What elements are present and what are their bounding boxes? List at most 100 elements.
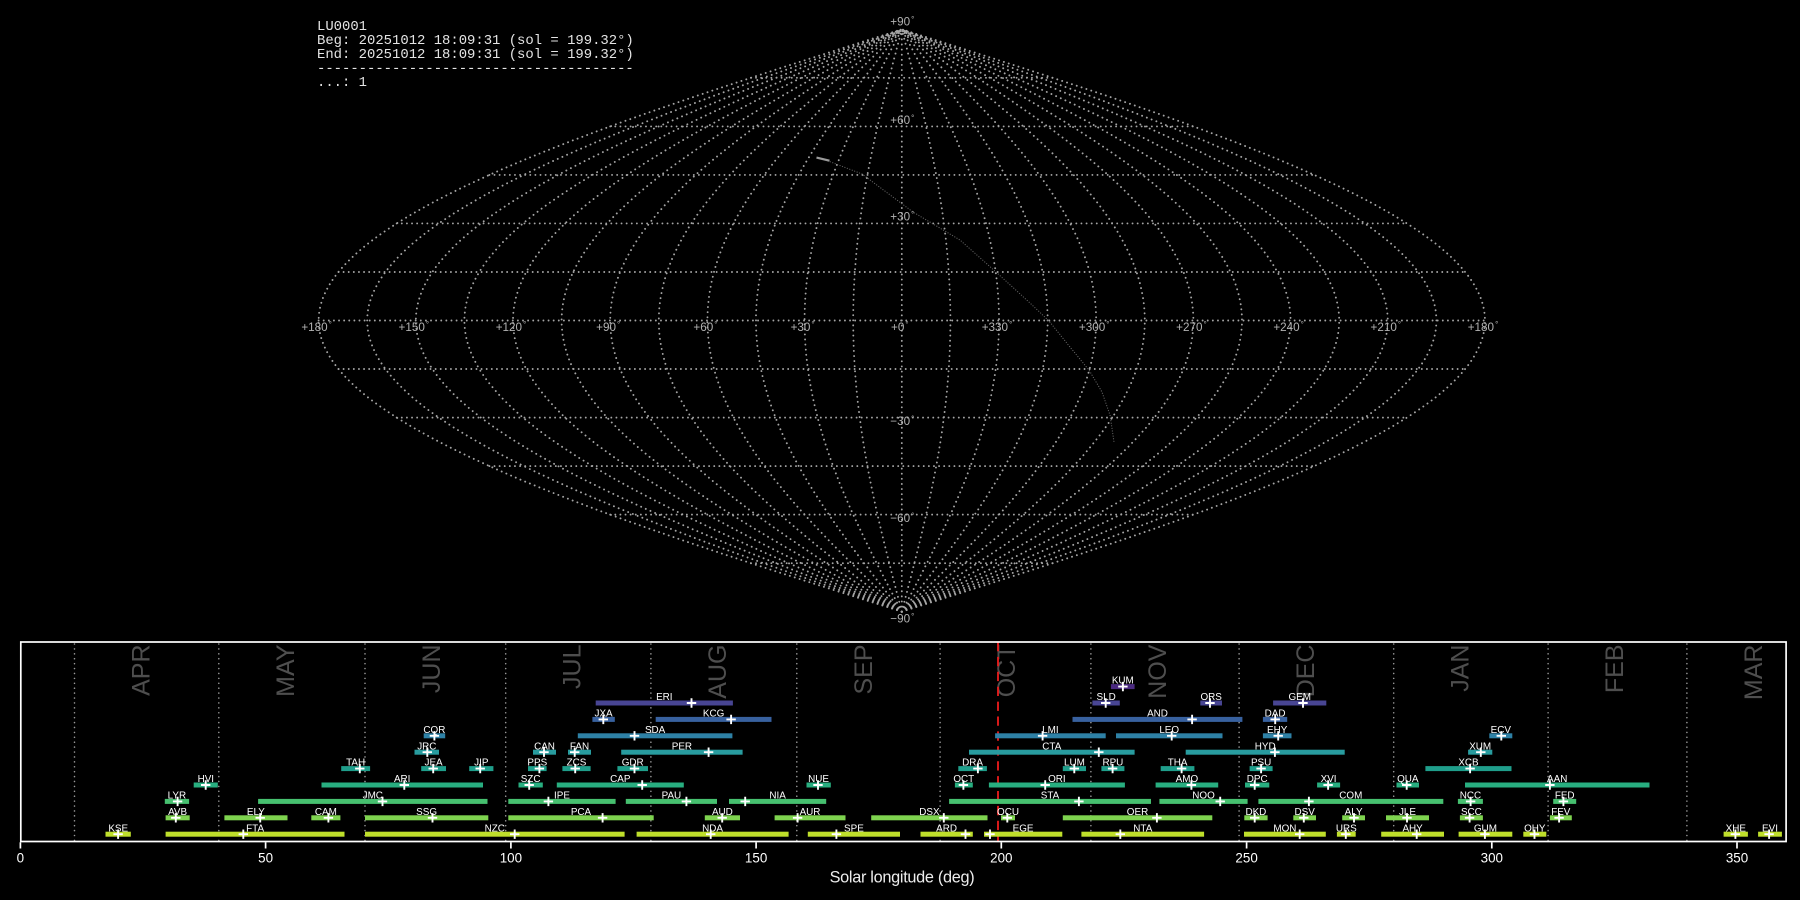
svg-text:DSV: DSV: [1295, 807, 1316, 818]
svg-text:NCC: NCC: [1460, 791, 1481, 802]
svg-text:DKD: DKD: [1245, 807, 1266, 818]
svg-text:DSX: DSX: [919, 807, 940, 818]
svg-text:JXA: JXA: [595, 709, 614, 720]
svg-text:FEB: FEB: [1601, 645, 1629, 694]
svg-text:PCA: PCA: [571, 807, 592, 818]
svg-text:MAY: MAY: [272, 644, 300, 697]
svg-text:SSG: SSG: [416, 807, 437, 818]
svg-text:TAH: TAH: [346, 758, 365, 769]
svg-text:ZCS: ZCS: [567, 758, 587, 769]
svg-text:JRC: JRC: [417, 741, 436, 752]
svg-text:50: 50: [258, 851, 273, 866]
svg-text:GUM: GUM: [1474, 823, 1497, 834]
svg-text:NTA: NTA: [1133, 823, 1152, 834]
svg-text:JMC: JMC: [363, 791, 383, 802]
svg-text:+180°: +180°: [301, 320, 332, 334]
svg-text:AUR: AUR: [800, 807, 821, 818]
svg-text:NIA: NIA: [769, 791, 786, 802]
svg-text:AHY: AHY: [1402, 823, 1423, 834]
svg-text:CAP: CAP: [610, 774, 631, 785]
svg-text:GDR: GDR: [622, 758, 644, 769]
svg-text:KCG: KCG: [703, 709, 724, 720]
svg-text:DAD: DAD: [1265, 709, 1286, 720]
svg-text:...: 1: ...: 1: [317, 75, 367, 91]
svg-text:URS: URS: [1336, 823, 1357, 834]
svg-text:JEA: JEA: [425, 758, 444, 769]
svg-text:AUG: AUG: [704, 645, 732, 699]
svg-text:MAR: MAR: [1740, 645, 1768, 701]
svg-text:FED: FED: [1555, 791, 1575, 802]
svg-text:CAN: CAN: [534, 741, 555, 752]
svg-text:PPS: PPS: [527, 758, 547, 769]
svg-text:LMI: LMI: [1042, 725, 1058, 736]
svg-text:250: 250: [1235, 851, 1257, 866]
svg-text:PER: PER: [672, 741, 692, 752]
svg-text:+120°: +120°: [496, 320, 527, 334]
svg-text:SPE: SPE: [844, 823, 864, 834]
svg-text:0: 0: [17, 851, 24, 866]
svg-text:AUD: AUD: [712, 807, 733, 818]
svg-text:OHY: OHY: [1524, 823, 1546, 834]
svg-text:JUN: JUN: [418, 645, 446, 694]
svg-text:ELY: ELY: [247, 807, 265, 818]
svg-text:JUL: JUL: [559, 644, 587, 689]
svg-text:APR: APR: [128, 645, 156, 696]
svg-text:ERI: ERI: [656, 692, 672, 703]
svg-text:150: 150: [745, 851, 767, 866]
svg-text:CQR: CQR: [423, 725, 445, 736]
svg-text:XUM: XUM: [1469, 741, 1491, 752]
svg-text:KUM: KUM: [1112, 676, 1134, 687]
svg-text:LEO: LEO: [1159, 725, 1179, 736]
svg-text:OCT: OCT: [953, 774, 974, 785]
svg-text:HVI: HVI: [198, 774, 214, 785]
svg-text:DPC: DPC: [1247, 774, 1268, 785]
svg-text:XCB: XCB: [1458, 758, 1479, 769]
svg-text:COM: COM: [1339, 791, 1362, 802]
svg-text:AAN: AAN: [1547, 774, 1567, 785]
svg-text:EHY: EHY: [1267, 725, 1288, 736]
svg-text:HYD: HYD: [1255, 741, 1276, 752]
svg-text:SDA: SDA: [645, 725, 666, 736]
svg-text:200: 200: [990, 851, 1012, 866]
svg-text:+330°: +330°: [982, 320, 1013, 334]
svg-text:FAN: FAN: [570, 741, 589, 752]
svg-text:PSU: PSU: [1251, 758, 1271, 769]
svg-text:+210°: +210°: [1371, 320, 1402, 334]
svg-text:SLD: SLD: [1096, 692, 1115, 703]
svg-text:ARI: ARI: [394, 774, 410, 785]
svg-text:KSE: KSE: [108, 823, 128, 834]
svg-text:XHE: XHE: [1726, 823, 1747, 834]
svg-text:CTA: CTA: [1042, 741, 1061, 752]
svg-text:EGE: EGE: [1013, 823, 1034, 834]
svg-text:AND: AND: [1147, 709, 1168, 720]
svg-text:ORS: ORS: [1200, 692, 1222, 703]
svg-text:Solar longitude (deg): Solar longitude (deg): [830, 869, 975, 887]
svg-text:+180°: +180°: [1468, 320, 1499, 334]
svg-text:OCU: OCU: [997, 807, 1019, 818]
svg-text:+300°: +300°: [1079, 320, 1110, 334]
svg-text:300: 300: [1481, 851, 1503, 866]
svg-text:GEM: GEM: [1288, 692, 1311, 703]
svg-text:100: 100: [500, 851, 522, 866]
svg-text:QUA: QUA: [1397, 774, 1419, 785]
svg-text:+150°: +150°: [399, 320, 430, 334]
svg-text:NUE: NUE: [808, 774, 829, 785]
svg-text:+270°: +270°: [1176, 320, 1207, 334]
svg-text:DEC: DEC: [1292, 645, 1320, 698]
svg-text:NZC: NZC: [485, 823, 505, 834]
svg-text:STA: STA: [1041, 791, 1060, 802]
svg-text:SEP: SEP: [850, 645, 878, 695]
svg-text:SCC: SCC: [1461, 807, 1482, 818]
svg-text:IPE: IPE: [554, 791, 570, 802]
svg-text:MON: MON: [1273, 823, 1296, 834]
svg-text:ALY: ALY: [1345, 807, 1363, 818]
svg-text:XVI: XVI: [1321, 774, 1337, 785]
svg-text:NOV: NOV: [1144, 644, 1172, 699]
svg-text:350: 350: [1726, 851, 1748, 866]
svg-text:ARD: ARD: [936, 823, 957, 834]
svg-text:NDA: NDA: [702, 823, 723, 834]
svg-text:EVI: EVI: [1762, 823, 1778, 834]
svg-text:JIP: JIP: [474, 758, 489, 769]
svg-text:+240°: +240°: [1273, 320, 1304, 334]
svg-text:ECV: ECV: [1491, 725, 1512, 736]
